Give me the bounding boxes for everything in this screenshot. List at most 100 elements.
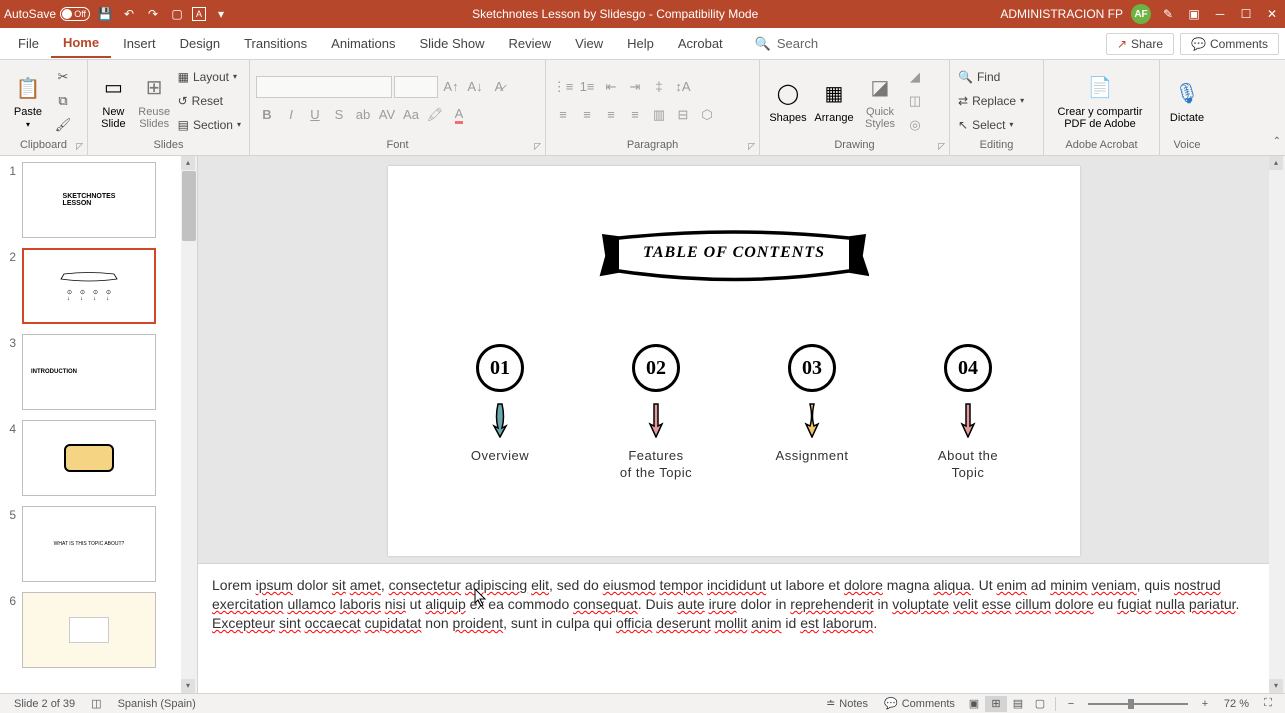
tab-file[interactable]: File	[6, 30, 51, 57]
slide-canvas[interactable]: TABLE OF CONTENTS 01 Overview 02 Feature…	[388, 166, 1080, 556]
section-button[interactable]: ▤Section▾	[176, 114, 243, 136]
notes-button[interactable]: ≐ Notes	[818, 697, 876, 710]
scroll-up-icon[interactable]: ▴	[181, 156, 195, 170]
sorter-view-icon[interactable]: ⊞	[985, 696, 1007, 712]
zoom-level[interactable]: 72 %	[1216, 698, 1257, 710]
paste-button[interactable]: 📋Paste▾	[6, 65, 50, 137]
select-button[interactable]: ↖Select▾	[956, 114, 1026, 136]
tab-review[interactable]: Review	[497, 30, 564, 57]
clipboard-launcher-icon[interactable]: ◸	[76, 141, 83, 152]
find-button[interactable]: 🔍Find	[956, 66, 1026, 88]
shadow-icon[interactable]: ab	[352, 104, 374, 126]
layout-button[interactable]: ▦Layout▾	[176, 66, 243, 88]
numbering-icon[interactable]: 1≡	[576, 76, 598, 98]
tab-design[interactable]: Design	[168, 30, 232, 57]
increase-font-icon[interactable]: A↑	[440, 76, 462, 98]
ribbon-display-icon[interactable]: ▣	[1185, 5, 1203, 23]
dictate-button[interactable]: 🎙Dictate	[1166, 65, 1208, 137]
smartart-icon[interactable]: ⬡	[696, 104, 718, 126]
slide-indicator[interactable]: Slide 2 of 39	[6, 698, 83, 710]
qat-dropdown-icon[interactable]: ▾	[212, 5, 230, 23]
decrease-indent-icon[interactable]: ⇤	[600, 76, 622, 98]
save-icon[interactable]: 💾	[96, 5, 114, 23]
minimize-icon[interactable]: ─	[1211, 5, 1229, 23]
maximize-icon[interactable]: ☐	[1237, 5, 1255, 23]
change-case-icon[interactable]: Aa	[400, 104, 422, 126]
tab-home[interactable]: Home	[51, 29, 111, 58]
zoom-out-icon[interactable]: −	[1060, 696, 1082, 712]
shape-effects-icon[interactable]: ◎	[904, 114, 926, 136]
strikethrough-icon[interactable]: S	[328, 104, 350, 126]
quick-styles-button[interactable]: ◪Quick Styles	[858, 65, 902, 137]
coming-soon-icon[interactable]: ✎	[1159, 5, 1177, 23]
new-slide-button[interactable]: ▭New Slide	[94, 65, 133, 137]
bold-icon[interactable]: B	[256, 104, 278, 126]
slideshow-view-icon[interactable]: ▢	[1029, 696, 1051, 712]
justify-icon[interactable]: ≡	[624, 104, 646, 126]
user-avatar[interactable]: AF	[1131, 4, 1151, 24]
decrease-font-icon[interactable]: A↓	[464, 76, 486, 98]
cut-icon[interactable]: ✂	[52, 66, 74, 88]
zoom-in-icon[interactable]: +	[1194, 696, 1216, 712]
normal-view-icon[interactable]: ▣	[963, 696, 985, 712]
edit-scrollbar-v[interactable]: ▴ ▾	[1269, 156, 1285, 693]
tab-help[interactable]: Help	[615, 30, 666, 57]
copy-icon[interactable]: ⧉	[52, 90, 74, 112]
collapse-ribbon-icon[interactable]: ⌃	[1273, 136, 1281, 147]
toggle-pill[interactable]: Off	[60, 7, 90, 21]
align-left-icon[interactable]: ≡	[552, 104, 574, 126]
autosave-toggle[interactable]: AutoSave Off	[4, 7, 90, 21]
thumbnail-5[interactable]: 5WHAT IS THIS TOPIC ABOUT?	[4, 506, 178, 582]
scroll-thumb[interactable]	[182, 171, 196, 241]
tab-view[interactable]: View	[563, 30, 615, 57]
tab-slideshow[interactable]: Slide Show	[407, 30, 496, 57]
tab-acrobat[interactable]: Acrobat	[666, 30, 735, 57]
align-text-icon[interactable]: ⊟	[672, 104, 694, 126]
underline-icon[interactable]: U	[304, 104, 326, 126]
bullets-icon[interactable]: ⋮≡	[552, 76, 574, 98]
paragraph-launcher-icon[interactable]: ◸	[748, 141, 755, 152]
thumbnail-6[interactable]: 6	[4, 592, 178, 668]
comments-button[interactable]: 💬Comments	[1180, 33, 1279, 55]
columns-icon[interactable]: ▥	[648, 104, 670, 126]
scroll-up-icon[interactable]: ▴	[1269, 156, 1283, 170]
increase-indent-icon[interactable]: ⇥	[624, 76, 646, 98]
line-spacing-icon[interactable]: ‡	[648, 76, 670, 98]
share-button[interactable]: ↗Share	[1106, 33, 1174, 55]
tab-insert[interactable]: Insert	[111, 30, 168, 57]
shape-outline-icon[interactable]: ◫	[904, 90, 926, 112]
shapes-button[interactable]: ◯Shapes	[766, 65, 810, 137]
zoom-slider[interactable]	[1088, 703, 1188, 705]
arrange-button[interactable]: ▦Arrange	[812, 65, 856, 137]
reset-button[interactable]: ↺Reset	[176, 90, 243, 112]
notes-pane[interactable]: Lorem ipsum dolor sit amet, consectetur …	[198, 563, 1269, 693]
tab-animations[interactable]: Animations	[319, 30, 407, 57]
accessibility-icon[interactable]: ◫	[83, 697, 109, 710]
font-size-combo[interactable]	[394, 76, 438, 98]
scroll-down-icon[interactable]: ▾	[1269, 679, 1283, 693]
redo-icon[interactable]: ↷	[144, 5, 162, 23]
fit-to-window-icon[interactable]: ⛶	[1257, 696, 1279, 712]
qat-font-box-icon[interactable]: A	[192, 7, 206, 21]
thumb-scrollbar[interactable]: ▴ ▾	[181, 156, 197, 693]
undo-icon[interactable]: ↶	[120, 5, 138, 23]
align-right-icon[interactable]: ≡	[600, 104, 622, 126]
thumbnail-3[interactable]: 3INTRODUCTION	[4, 334, 178, 410]
start-from-beginning-icon[interactable]: ▢	[168, 5, 186, 23]
thumbnail-1[interactable]: 1SKETCHNOTESLESSON	[4, 162, 178, 238]
shape-fill-icon[interactable]: ◢	[904, 66, 926, 88]
reading-view-icon[interactable]: ▤	[1007, 696, 1029, 712]
thumbnail-4[interactable]: 4	[4, 420, 178, 496]
text-direction-icon[interactable]: ↕A	[672, 76, 694, 98]
font-name-combo[interactable]	[256, 76, 392, 98]
close-icon[interactable]: ✕	[1263, 5, 1281, 23]
highlight-icon[interactable]: 🖍	[424, 104, 446, 126]
comments-button[interactable]: 💬 Comments	[876, 697, 963, 710]
font-launcher-icon[interactable]: ◸	[534, 141, 541, 152]
reuse-slides-button[interactable]: ⊞Reuse Slides	[135, 65, 174, 137]
drawing-launcher-icon[interactable]: ◸	[938, 141, 945, 152]
format-painter-icon[interactable]: 🖌	[52, 114, 74, 136]
tab-transitions[interactable]: Transitions	[232, 30, 319, 57]
clear-formatting-icon[interactable]: A̷	[488, 76, 510, 98]
create-pdf-button[interactable]: 📄Crear y compartir PDF de Adobe	[1050, 65, 1150, 137]
